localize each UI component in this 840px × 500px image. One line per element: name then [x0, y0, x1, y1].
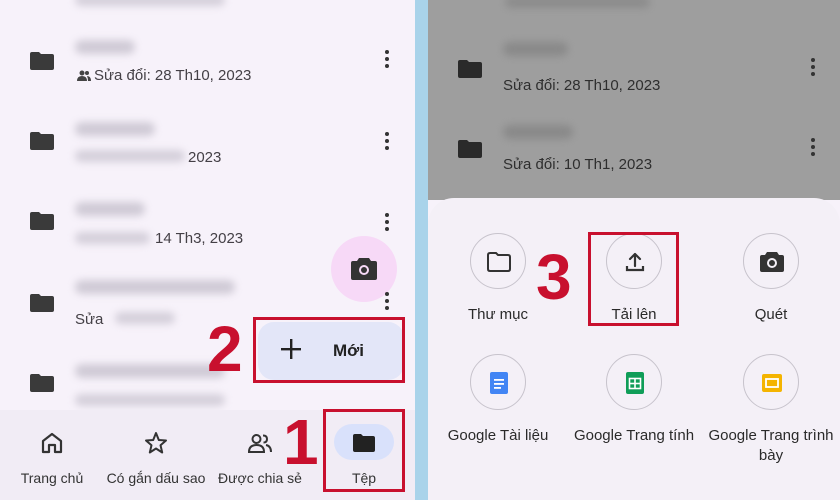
more-options-icon[interactable] — [384, 132, 390, 154]
folder-outline-icon — [487, 252, 511, 272]
blurred-text — [75, 150, 185, 162]
more-options-icon — [810, 138, 816, 160]
folder-icon — [30, 132, 54, 150]
blurred-text — [115, 312, 175, 324]
blurred-text — [505, 0, 650, 8]
blurred-file-name — [503, 125, 573, 139]
sheets-icon — [626, 372, 644, 394]
folder-icon — [458, 140, 482, 158]
folder-icon — [30, 294, 54, 312]
scan-option[interactable]: Quét — [696, 233, 840, 333]
google-slides-option[interactable]: Google Trang trình bày — [696, 354, 840, 464]
option-circle — [470, 233, 526, 289]
step-1-marker: 1 — [283, 406, 319, 478]
more-options-icon[interactable] — [384, 213, 390, 235]
more-options-icon[interactable] — [384, 292, 390, 314]
option-label: Quét — [754, 306, 788, 323]
highlight-box-upload — [588, 232, 679, 326]
nav-home[interactable]: Trang chủ — [0, 410, 104, 500]
blurred-text — [75, 232, 150, 244]
blurred-file-name — [75, 202, 145, 216]
folder-icon — [458, 60, 482, 78]
docs-icon — [490, 372, 508, 394]
left-screen: Sửa đổi: 28 Th10, 2023 2023 14 Th3, 2023… — [0, 0, 415, 500]
file-modified-text: 2023 — [188, 149, 222, 166]
file-modified-text: Sửa — [75, 311, 104, 328]
file-modified-text: Sửa đổi: 28 Th10, 2023 — [503, 77, 661, 94]
option-circle — [470, 354, 526, 410]
folder-icon — [30, 52, 54, 70]
nav-starred-label: Có gắn dấu sao — [106, 470, 206, 486]
folder-icon — [30, 212, 54, 230]
file-row[interactable]: Sửa đổi: 28 Th10, 2023 — [0, 20, 415, 100]
more-options-icon[interactable] — [384, 50, 390, 72]
star-icon — [145, 432, 167, 454]
highlight-box-files-tab — [323, 409, 405, 492]
file-modified-text: Sửa đổi: 28 Th10, 2023 — [94, 67, 252, 84]
step-2-marker: 2 — [207, 313, 243, 385]
step-3-marker: 3 — [536, 241, 572, 313]
blurred-file-name — [75, 280, 235, 294]
file-modified-text: Sửa đổi: 10 Th1, 2023 — [503, 156, 653, 173]
file-row[interactable]: 2023 — [0, 100, 415, 180]
option-circle — [743, 233, 799, 289]
nav-home-label: Trang chủ — [20, 470, 84, 486]
option-label: Google Tài liệu — [447, 427, 549, 444]
home-icon — [41, 432, 63, 454]
camera-icon — [760, 252, 784, 272]
option-label: Google Trang tính — [573, 427, 695, 444]
option-circle — [606, 354, 662, 410]
slides-icon — [762, 374, 782, 392]
camera-icon — [351, 258, 377, 280]
blurred-file-name — [75, 40, 135, 54]
blurred-text — [75, 0, 225, 6]
option-circle — [743, 354, 799, 410]
option-label: Google Trang trình bày — [708, 427, 834, 464]
file-modified-text: 14 Th3, 2023 — [155, 230, 244, 247]
highlight-box-new — [253, 317, 405, 383]
dimmed-background: Sửa đổi: 28 Th10, 2023 Sửa đổi: 10 Th1, … — [428, 0, 840, 200]
blurred-text — [75, 394, 225, 406]
blurred-file-name — [75, 122, 155, 136]
folder-icon — [30, 374, 54, 392]
google-sheets-option[interactable]: Google Trang tính — [559, 354, 709, 464]
right-screen: Sửa đổi: 28 Th10, 2023 Sửa đổi: 10 Th1, … — [428, 0, 840, 500]
more-options-icon — [810, 58, 816, 80]
google-docs-option[interactable]: Google Tài liệu — [428, 354, 573, 464]
people-icon — [247, 434, 272, 453]
shared-people-icon — [77, 69, 91, 81]
blurred-file-name — [503, 42, 568, 56]
blurred-file-name — [75, 364, 225, 378]
nav-starred[interactable]: Có gắn dấu sao — [104, 410, 208, 500]
